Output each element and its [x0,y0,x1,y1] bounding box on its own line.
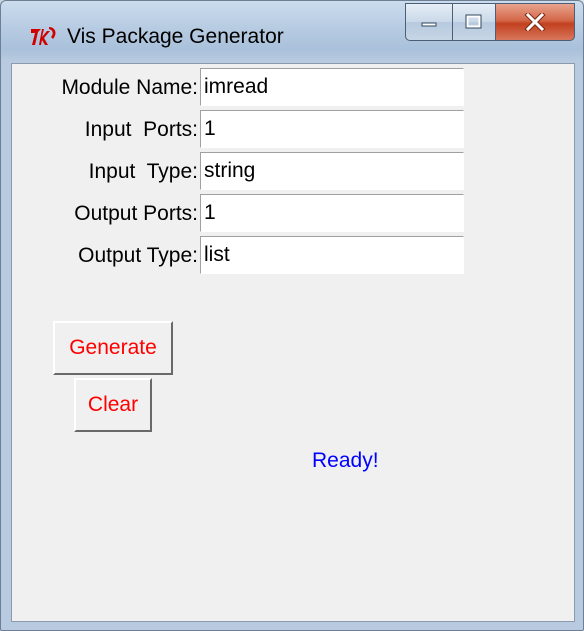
title-bar[interactable]: Vis Package Generator [1,1,583,63]
output-ports-input[interactable] [200,194,464,232]
input-type-input[interactable] [200,152,464,190]
output-type-input[interactable] [200,236,464,274]
maximize-button[interactable] [452,3,496,41]
tk-feather-icon [31,27,56,45]
clear-button[interactable]: Clear [74,378,152,432]
output-type-label: Output Type: [78,244,198,267]
input-ports-label: Input Ports: [84,118,198,141]
field-module-name: Module Name: [12,68,574,108]
field-output-ports: Output Ports: [12,194,574,234]
input-type-label: Input Type: [88,160,198,183]
input-ports-input[interactable] [200,110,464,148]
maximize-icon [465,14,482,29]
caption-buttons [405,3,575,41]
field-input-type: Input Type: [12,152,574,192]
minimize-button[interactable] [405,3,453,41]
app-window: Vis Package Generator Module Name: imrea… [0,0,584,631]
field-output-type: Output Type: [12,236,574,276]
window-title: Vis Package Generator [67,25,284,48]
client-area: Module Name: Input Ports: Input Type: Ou… [11,63,575,622]
minimize-icon [421,22,437,27]
module-name-label: Module Name: [61,76,198,99]
field-input-ports: Input Ports: [12,110,574,150]
close-button[interactable] [495,3,575,41]
close-icon [524,13,546,31]
status-message: Ready! [312,449,379,472]
generate-button[interactable]: Generate [53,321,173,375]
module-name-input[interactable] [200,68,464,106]
output-ports-label: Output Ports: [74,202,198,225]
